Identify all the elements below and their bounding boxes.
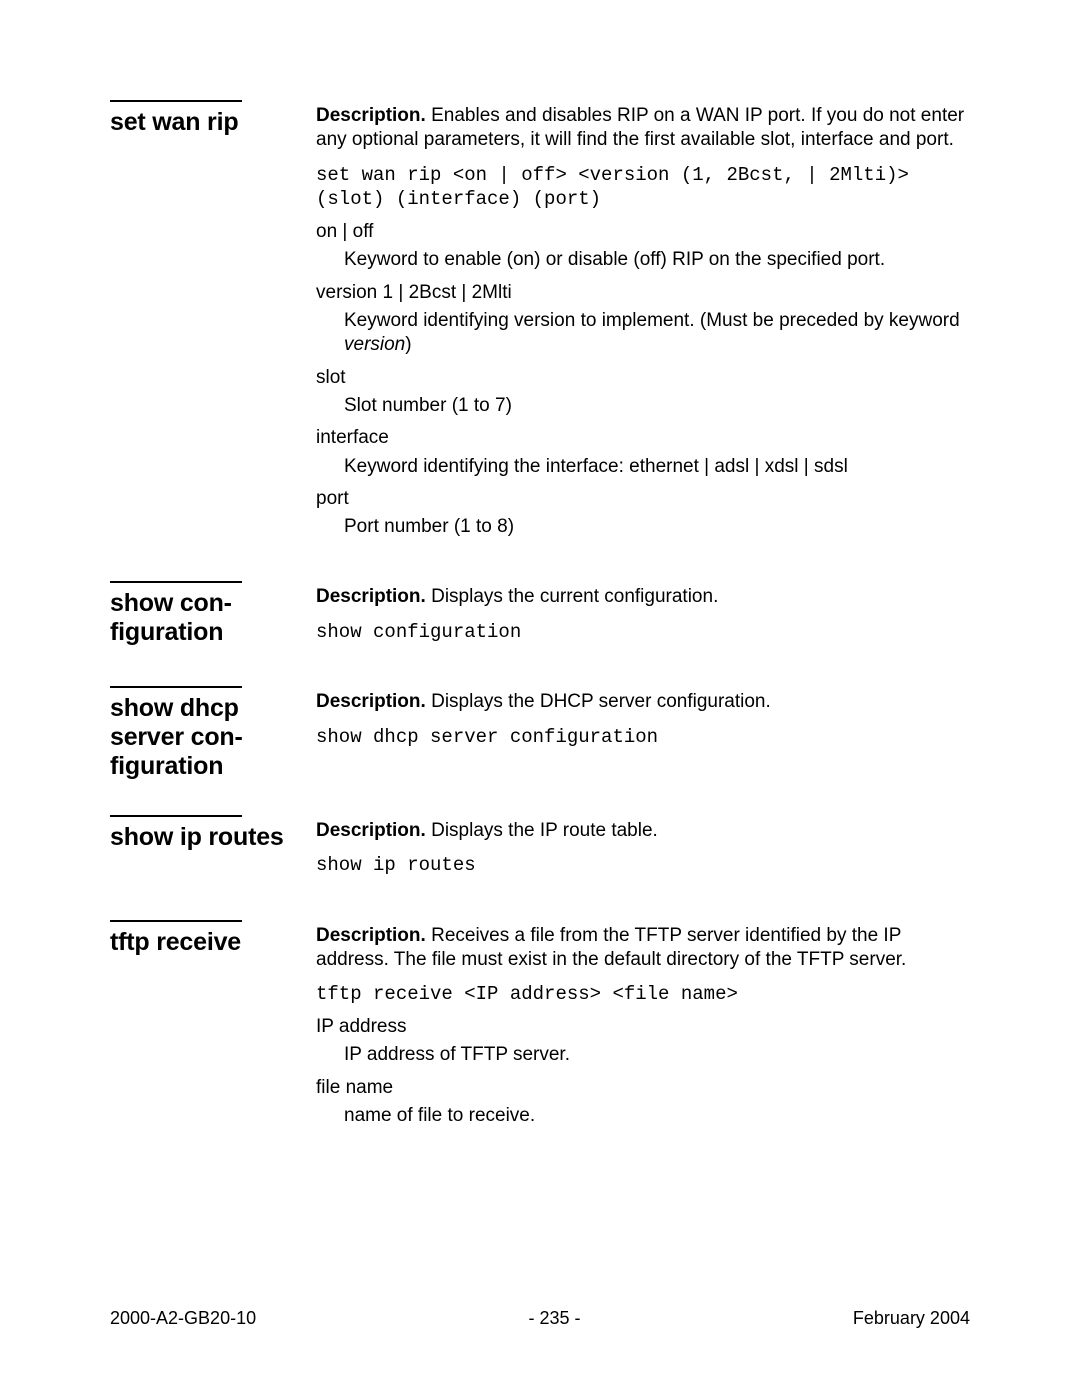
- heading-rule: [110, 581, 242, 583]
- param-term: interface: [316, 426, 970, 450]
- command-description: Description. Displays the DHCP server co…: [316, 690, 970, 714]
- param-definition: IP address of TFTP server.: [344, 1043, 970, 1067]
- command-syntax: set wan rip <on | off> <version (1, 2Bcs…: [316, 163, 970, 212]
- command-entry: set wan rip Description. Enables and dis…: [110, 100, 970, 547]
- command-syntax: show ip routes: [316, 853, 970, 878]
- param-definition: Keyword identifying version to implement…: [344, 309, 970, 358]
- command-name: set wan rip: [110, 108, 298, 137]
- param-term: IP address: [316, 1015, 970, 1039]
- description-label: Description.: [316, 105, 426, 126]
- param-term: port: [316, 487, 970, 511]
- description-label: Description.: [316, 820, 426, 841]
- param-term: slot: [316, 366, 970, 390]
- description-text: Displays the DHCP server configuration.: [431, 691, 771, 712]
- command-description: Description. Enables and disables RIP on…: [316, 104, 970, 153]
- footer-left: 2000-A2-GB20-10: [110, 1308, 256, 1329]
- description-label: Description.: [316, 925, 426, 946]
- param-definition: Keyword identifying the interface: ether…: [344, 455, 970, 479]
- command-body: Description. Receives a file from the TF…: [316, 920, 970, 1137]
- param-definition: Keyword to enable (on) or disable (off) …: [344, 248, 970, 272]
- command-description: Description. Receives a file from the TF…: [316, 924, 970, 973]
- heading-rule: [110, 686, 242, 688]
- heading-rule: [110, 815, 242, 817]
- description-text: Displays the current configuration.: [431, 586, 718, 607]
- command-heading-col: set wan rip: [110, 100, 316, 137]
- command-description: Description. Displays the current config…: [316, 585, 970, 609]
- param-term: on | off: [316, 220, 970, 244]
- command-heading-col: tftp receive: [110, 920, 316, 957]
- command-entry: show con-figuration Description. Display…: [110, 581, 970, 652]
- command-body: Description. Displays the DHCP server co…: [316, 686, 970, 757]
- command-body: Description. Displays the current config…: [316, 581, 970, 652]
- heading-rule: [110, 920, 242, 922]
- command-name: tftp receive: [110, 928, 298, 957]
- param-term: file name: [316, 1076, 970, 1100]
- command-syntax: tftp receive <IP address> <file name>: [316, 982, 970, 1007]
- command-body: Description. Enables and disables RIP on…: [316, 100, 970, 547]
- param-def-post: ): [405, 334, 411, 355]
- command-name: show ip routes: [110, 823, 298, 852]
- command-syntax: show configuration: [316, 620, 970, 645]
- command-entry: show ip routes Description. Displays the…: [110, 815, 970, 886]
- command-entry: show dhcp server con-figuration Descript…: [110, 686, 970, 780]
- description-text: Displays the IP route table.: [431, 820, 658, 841]
- command-heading-col: show ip routes: [110, 815, 316, 852]
- page-footer: 2000-A2-GB20-10 - 235 - February 2004: [110, 1308, 970, 1329]
- param-term: version 1 | 2Bcst | 2Mlti: [316, 281, 970, 305]
- command-description: Description. Displays the IP route table…: [316, 819, 970, 843]
- param-def-italic: version: [344, 334, 405, 355]
- command-heading-col: show con-figuration: [110, 581, 316, 647]
- page: set wan rip Description. Enables and dis…: [0, 0, 1080, 1397]
- description-label: Description.: [316, 691, 426, 712]
- heading-rule: [110, 100, 242, 102]
- command-entry: tftp receive Description. Receives a fil…: [110, 920, 970, 1137]
- command-syntax: show dhcp server configuration: [316, 725, 970, 750]
- command-body: Description. Displays the IP route table…: [316, 815, 970, 886]
- footer-center: - 235 -: [528, 1308, 580, 1329]
- param-def-pre: Keyword identifying version to implement…: [344, 310, 960, 331]
- param-definition: Port number (1 to 8): [344, 515, 970, 539]
- description-label: Description.: [316, 586, 426, 607]
- command-name: show dhcp server con-figuration: [110, 694, 298, 780]
- param-definition: Slot number (1 to 7): [344, 394, 970, 418]
- command-heading-col: show dhcp server con-figuration: [110, 686, 316, 780]
- param-definition: name of file to receive.: [344, 1104, 970, 1128]
- command-name: show con-figuration: [110, 589, 298, 647]
- footer-right: February 2004: [853, 1308, 970, 1329]
